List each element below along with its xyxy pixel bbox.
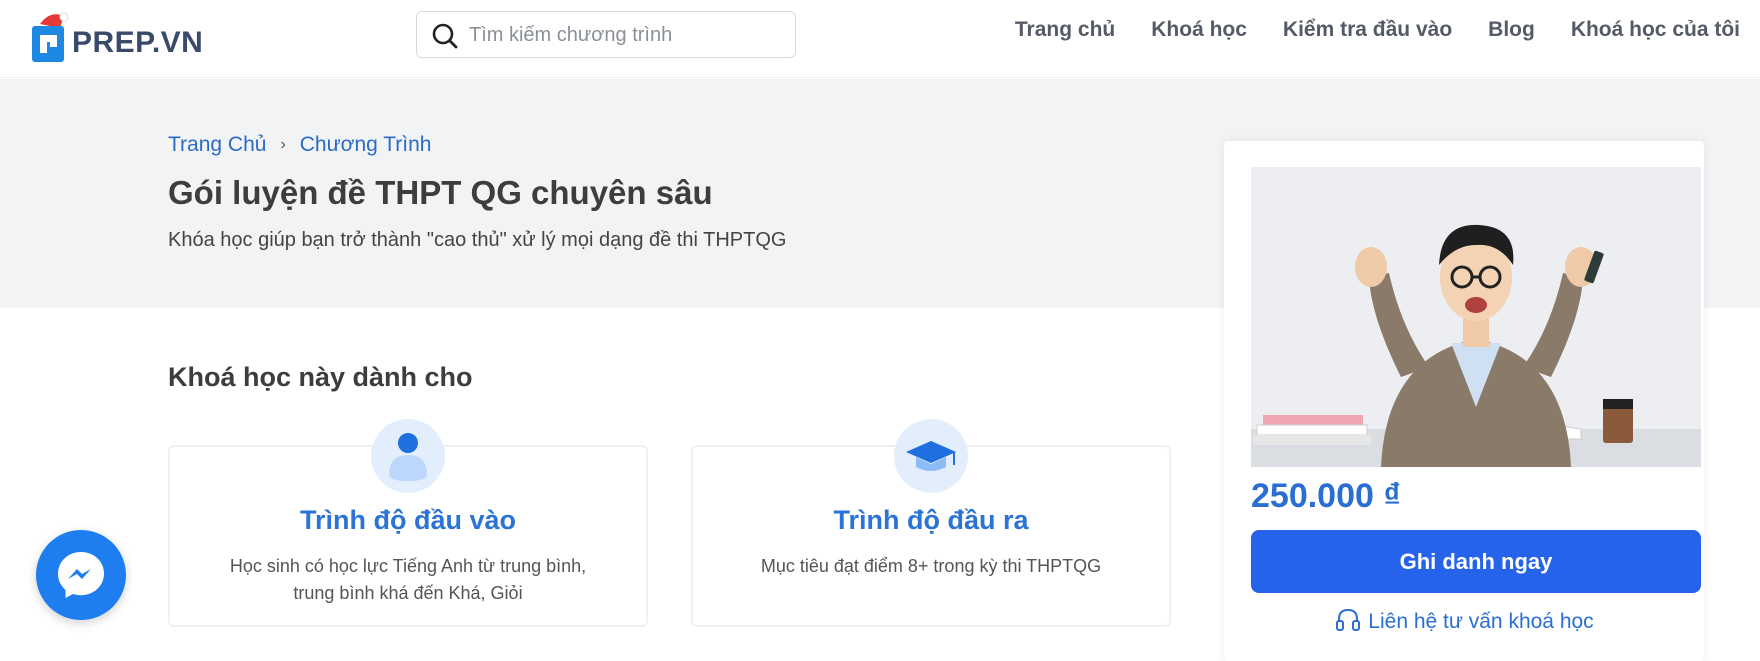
logo-text: PREP.VN	[72, 26, 204, 59]
audience-card-input-level: Trình độ đầu vào Học sinh có học lực Tiế…	[168, 419, 648, 627]
contact-advice-label: Liên hệ tư vấn khoá học	[1368, 610, 1594, 633]
enroll-button[interactable]: Ghi danh ngay	[1251, 530, 1701, 593]
course-price: 250.000 ₫	[1251, 477, 1401, 515]
nav-home[interactable]: Trang chủ	[1015, 18, 1115, 42]
search-box[interactable]	[416, 11, 796, 58]
breadcrumb-home[interactable]: Trang Chủ	[168, 133, 266, 157]
messenger-icon	[58, 552, 104, 598]
audience-section-title: Khoá học này dành cho	[168, 362, 473, 392]
logo[interactable]: PREP.VN	[30, 8, 210, 64]
page-subtitle: Khóa học giúp bạn trở thành "cao thủ" xử…	[168, 229, 787, 251]
search-input[interactable]	[469, 20, 779, 50]
audience-card-output-level: Trình độ đầu ra Mục tiêu đạt điểm 8+ tro…	[691, 419, 1171, 627]
nav-placement-test[interactable]: Kiểm tra đầu vào	[1283, 18, 1452, 42]
card-title: Trình độ đầu vào	[299, 505, 516, 535]
course-purchase-panel: 250.000 ₫ Ghi danh ngay Liên hệ tư vấn k…	[1224, 141, 1704, 661]
messenger-chat-button[interactable]	[36, 530, 126, 620]
headset-icon	[1336, 608, 1361, 631]
site-header: PREP.VN Trang chủ Khoá học Kiểm tra đầu …	[0, 0, 1760, 78]
logo-mark-icon	[32, 12, 69, 62]
search-icon	[432, 23, 458, 49]
graduation-cap-icon	[894, 419, 968, 493]
nav-my-courses[interactable]: Khoá học của tôi	[1571, 18, 1740, 42]
nav-blog[interactable]: Blog	[1488, 18, 1535, 42]
chevron-right-icon: ›	[280, 136, 286, 153]
course-promo-image	[1251, 167, 1701, 467]
user-icon	[371, 419, 445, 493]
card-title: Trình độ đầu ra	[833, 505, 1029, 535]
card-description: Học sinh có học lực Tiếng Anh từ trung b…	[229, 556, 587, 603]
nav-courses[interactable]: Khoá học	[1151, 18, 1247, 42]
card-description: Mục tiêu đạt điểm 8+ trong kỳ thi THPTQG	[760, 556, 1102, 576]
contact-advice-link[interactable]: Liên hệ tư vấn khoá học	[1224, 606, 1704, 634]
breadcrumb-programs[interactable]: Chương Trình	[300, 133, 432, 157]
page-title: Gói luyện đề THPT QG chuyên sâu	[168, 174, 713, 211]
main-nav: Trang chủ Khoá học Kiểm tra đầu vào Blog…	[1015, 18, 1740, 42]
breadcrumb: Trang Chủ › Chương Trình	[168, 133, 432, 157]
